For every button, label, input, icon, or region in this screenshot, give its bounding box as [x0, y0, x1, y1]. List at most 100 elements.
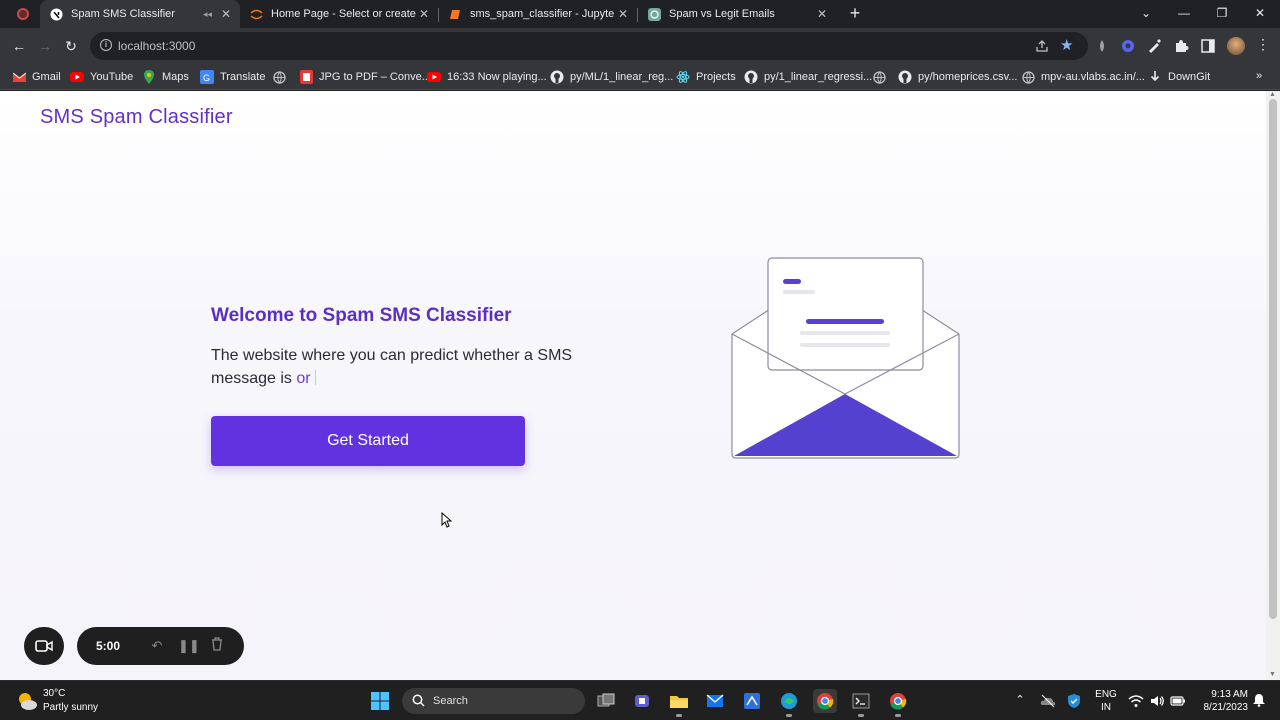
vs-code-alt-icon[interactable]: [740, 689, 764, 713]
bookmarks-overflow-button[interactable]: »: [1256, 70, 1262, 82]
undo-icon[interactable]: ↶: [148, 637, 166, 655]
address-bar[interactable]: i localhost:3000 ★: [90, 32, 1088, 60]
bookmark-jpg-to-pdf[interactable]: JPG to PDF – Conve...: [299, 69, 431, 85]
camera-toggle-button[interactable]: [24, 627, 64, 665]
delete-icon[interactable]: [208, 637, 226, 655]
bookmark-maps[interactable]: Maps: [142, 69, 189, 85]
tab-audio-icon[interactable]: ◂◂: [203, 9, 212, 20]
bookmark-now-playing[interactable]: 16:33 Now playing...: [427, 69, 547, 85]
download-icon: [1148, 70, 1162, 84]
scrollbar-thumb[interactable]: [1269, 99, 1277, 619]
tab-close-icon[interactable]: ✕: [416, 7, 432, 21]
chrome-icon[interactable]: [813, 689, 837, 713]
bookmark-gmail[interactable]: Gmail: [12, 69, 61, 85]
notification-bell-icon[interactable]: [1252, 693, 1266, 707]
svg-text:G: G: [203, 73, 210, 83]
bookmark-github-homeprices[interactable]: py/homeprices.csv...: [898, 69, 1017, 85]
github-icon: [744, 70, 758, 84]
cloud-offline-icon[interactable]: [1040, 693, 1056, 709]
bookmark-star-icon[interactable]: ★: [1060, 36, 1073, 54]
tab-home-page[interactable]: Home Page - Select or create a n ✕: [240, 0, 438, 28]
close-window-button[interactable]: ✕: [1250, 4, 1270, 22]
weather-description[interactable]: Partly sunny: [43, 702, 98, 713]
hero-description-text: The website where you can predict whethe…: [211, 347, 573, 387]
mouse-cursor-icon: [441, 512, 452, 528]
envelope-illustration: [731, 257, 960, 459]
edge-icon[interactable]: [777, 689, 801, 717]
bookmark-translate[interactable]: G Translate: [200, 69, 265, 85]
scroll-down-arrow-icon[interactable]: ▼: [1269, 671, 1276, 678]
battery-icon[interactable]: [1170, 693, 1186, 709]
share-icon[interactable]: [1034, 38, 1050, 54]
hero-title: Welcome to Spam SMS Classifier: [211, 305, 512, 326]
recording-timer: 5:00: [96, 639, 121, 653]
browser-tab-strip: Spam SMS Classifier ◂◂ ✕ Home Page - Sel…: [0, 0, 1280, 28]
bookmarks-bar: Gmail YouTube Maps G Translate JPG to PD…: [0, 64, 1280, 90]
language-indicator[interactable]: ENG IN: [1094, 688, 1118, 714]
volume-icon[interactable]: [1149, 693, 1165, 709]
extension-dropper-icon[interactable]: [1094, 38, 1110, 54]
pause-icon[interactable]: ❚❚: [178, 637, 200, 655]
bookmark-globe[interactable]: [272, 69, 292, 85]
bookmark-label: py/1_linear_regressi...: [764, 71, 873, 83]
recording-indicator-icon: [17, 8, 29, 20]
side-panel-icon[interactable]: [1200, 38, 1216, 54]
maximize-button[interactable]: ❐: [1212, 4, 1232, 22]
forward-button[interactable]: →: [36, 37, 54, 55]
bookmark-github-linear[interactable]: py/1_linear_regressi...: [744, 69, 872, 85]
back-button[interactable]: ←: [10, 37, 28, 55]
brand-logo[interactable]: SMS Spam Classifier: [40, 106, 233, 129]
scroll-up-arrow-icon[interactable]: ▲: [1269, 91, 1276, 98]
new-tab-button[interactable]: +: [846, 4, 864, 22]
minimize-button[interactable]: —: [1174, 4, 1194, 22]
profile-avatar[interactable]: [1227, 37, 1245, 55]
wifi-icon[interactable]: [1128, 693, 1144, 709]
tab-search-chevron-icon[interactable]: ⌄: [1136, 4, 1156, 22]
taskbar-search-label: Search: [433, 695, 468, 707]
bookmark-projects[interactable]: Projects: [676, 69, 736, 85]
extension-gear-icon[interactable]: [1120, 38, 1136, 54]
search-icon: [412, 694, 425, 707]
youtube-icon: [70, 70, 84, 84]
tab-title: Spam SMS Classifier: [71, 8, 175, 20]
partly-sunny-icon[interactable]: [16, 690, 38, 712]
security-shield-icon[interactable]: [1066, 693, 1082, 709]
tab-title: Spam vs Legit Emails: [669, 8, 775, 20]
tab-close-icon[interactable]: ✕: [218, 7, 234, 21]
get-started-button[interactable]: Get Started: [211, 416, 525, 466]
task-view-icon[interactable]: [594, 689, 618, 713]
extension-pen-icon[interactable]: [1146, 38, 1162, 54]
bookmark-globe-2[interactable]: [872, 69, 892, 85]
weather-temperature[interactable]: 30°C: [43, 688, 65, 699]
chrome-profile-icon[interactable]: [886, 689, 910, 717]
taskbar-search[interactable]: Search: [402, 688, 585, 714]
reload-button[interactable]: ↻: [62, 37, 80, 55]
bookmark-label: 16:33 Now playing...: [447, 71, 547, 83]
typewriter-caret: [314, 370, 316, 385]
tab-close-icon[interactable]: ✕: [615, 7, 631, 21]
tab-close-icon[interactable]: ✕: [814, 7, 830, 21]
file-explorer-icon[interactable]: [667, 689, 691, 717]
show-hidden-icons-chevron-icon[interactable]: ⌃: [1012, 693, 1028, 709]
clock-time: 9:13 AM: [1211, 689, 1248, 700]
windows-start-icon[interactable]: [370, 691, 390, 711]
browser-menu-icon[interactable]: ⋮: [1256, 36, 1270, 53]
mail-icon[interactable]: [703, 689, 727, 713]
tab-spam-vs-legit[interactable]: Spam vs Legit Emails ✕: [638, 0, 836, 28]
tab-sms-spam-notebook[interactable]: sms_spam_classifier - Jupyter Nc ✕: [439, 0, 637, 28]
bookmark-github-ml[interactable]: py/ML/1_linear_reg...: [550, 69, 673, 85]
extensions-puzzle-icon[interactable]: [1173, 38, 1189, 54]
bookmark-label: Translate: [220, 71, 266, 83]
terminal-icon[interactable]: [849, 689, 873, 717]
site-info-icon[interactable]: i: [100, 39, 112, 51]
tab-spam-sms-classifier[interactable]: Spam SMS Classifier ◂◂ ✕: [40, 0, 240, 28]
page-scrollbar[interactable]: ▲ ▼: [1266, 91, 1280, 680]
hero-description: The website where you can predict whethe…: [211, 344, 631, 390]
teams-icon[interactable]: [630, 689, 654, 713]
tab-title: Home Page - Select or create a n: [271, 8, 416, 20]
bookmark-downgit[interactable]: DownGit: [1148, 69, 1210, 85]
system-clock[interactable]: 9:13 AM 8/21/2023: [1190, 688, 1249, 714]
bookmark-vlabs[interactable]: mpv-au.vlabs.ac.in/...: [1021, 69, 1145, 85]
react-icon: [676, 70, 690, 84]
bookmark-youtube[interactable]: YouTube: [70, 69, 133, 85]
